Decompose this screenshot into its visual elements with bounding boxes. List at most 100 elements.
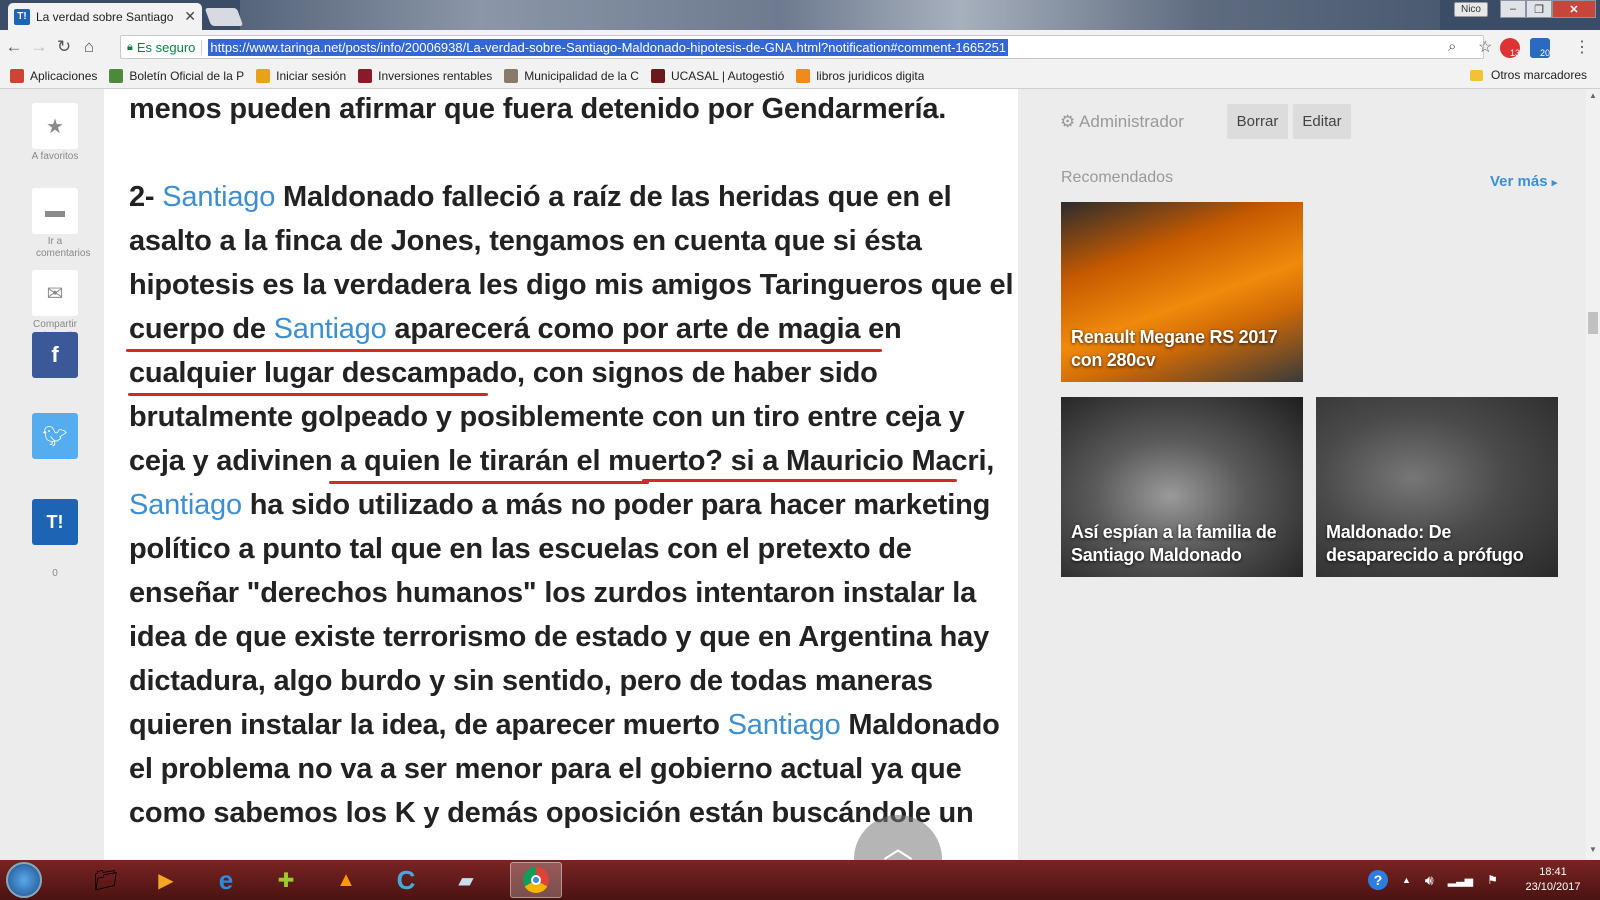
action-center-flag-icon[interactable]: ⚑	[1487, 873, 1498, 887]
internet-explorer-icon[interactable]: e	[200, 862, 252, 898]
chrome-taskbar-icon[interactable]	[510, 862, 562, 898]
edit-button[interactable]: Editar	[1293, 104, 1351, 139]
recommended-card[interactable]: Maldonado: De desaparecido a prófugo	[1316, 397, 1558, 577]
scroll-up-arrow-icon[interactable]: ▲	[1589, 91, 1597, 100]
delete-button[interactable]: Borrar	[1227, 104, 1288, 139]
bookmark-item[interactable]: Aplicaciones	[10, 68, 98, 83]
article-text-span: aparecerá como por arte de magia en	[386, 313, 902, 345]
recommended-card[interactable]: Así espían a la familia de Santiago Mald…	[1061, 397, 1303, 577]
new-tab-button[interactable]	[204, 8, 244, 26]
tray-expand-icon[interactable]: ▲	[1402, 875, 1411, 885]
santiago-tag-link[interactable]: Santiago	[162, 181, 275, 213]
article-line: idea de que existe terrorismo de estado …	[129, 615, 989, 660]
scrollbar-thumb[interactable]	[1588, 312, 1598, 334]
article-text-span: ceja y adivinen a quien le tirarán el mu…	[129, 445, 995, 477]
volume-icon[interactable]: 🔊︎	[1425, 872, 1434, 889]
help-icon[interactable]: ?	[1368, 870, 1388, 890]
window-user-badge[interactable]: Nico	[1454, 2, 1488, 17]
explorer-folder-icon[interactable]: 📁︎	[80, 862, 132, 898]
url-text[interactable]: https://www.taringa.net/posts/info/20006…	[208, 38, 1009, 56]
scroll-down-arrow-icon[interactable]: ▼	[1589, 845, 1597, 854]
extension-adblock-icon[interactable]: 13	[1500, 38, 1520, 58]
article-line: Santiago ha sido utilizado a más no pode…	[129, 483, 990, 528]
window-restore-button[interactable]: ❐	[1526, 0, 1552, 18]
notepad-icon[interactable]: ▰	[440, 862, 492, 898]
tab-close-icon[interactable]: ✕	[184, 8, 196, 25]
santiago-tag-link[interactable]: Santiago	[129, 489, 242, 521]
article-text-span: quieren instalar la idea, de aparecer mu…	[129, 709, 728, 741]
browser-tab[interactable]: T! La verdad sobre Santiago ✕	[8, 3, 202, 30]
media-player-icon[interactable]: ▶	[140, 862, 192, 898]
network-signal-icon[interactable]: ▂▃▅	[1448, 874, 1473, 887]
ccleaner-icon[interactable]: C	[380, 862, 432, 898]
bookmark-item[interactable]: Municipalidad de la C	[504, 68, 639, 83]
bookmark-other[interactable]: Otros marcadores	[1470, 68, 1587, 82]
favorite-star-button[interactable]: ★	[32, 103, 78, 149]
windows-start-button[interactable]	[6, 862, 42, 898]
article-line: menos pueden afirmar que fuera detenido …	[129, 89, 946, 132]
article-line: asalto a la finca de Jones, tengamos en …	[129, 219, 922, 264]
address-bar[interactable]: 🔒︎ Es seguro https://www.taringa.net/pos…	[120, 35, 1484, 59]
article-text-span: Maldonado falleció a raíz de las heridas…	[275, 181, 952, 213]
home-icon[interactable]: ⌂	[78, 36, 100, 58]
comments-button[interactable]: ▬	[32, 188, 78, 234]
article-text-span: menos pueden afirmar que fuera detenido …	[129, 93, 947, 125]
reload-icon[interactable]: ↻	[53, 36, 75, 58]
article-line: cualquier lugar descampado, con signos d…	[129, 351, 878, 396]
windows-taskbar: 📁︎ ▶ e ✚ ▲ C ▰ ? ▲ 🔊︎ ▂▃▅ ⚑ 18:41 23/10/…	[0, 860, 1600, 900]
card-caption: Así espían a la familia de Santiago Mald…	[1071, 522, 1277, 565]
bookmark-label: UCASAL | Autogestió	[670, 68, 785, 83]
bookmark-star-icon[interactable]: ☆	[1478, 37, 1492, 57]
bookmark-label: Aplicaciones	[30, 68, 98, 83]
article-text-span: , con signos de haber sido	[517, 357, 878, 389]
back-arrow-icon[interactable]: ←	[3, 36, 25, 58]
page-scrollbar[interactable]: ▲ ▼	[1586, 89, 1600, 860]
forward-arrow-icon[interactable]: →	[28, 36, 50, 58]
santiago-tag-link[interactable]: Santiago	[274, 313, 387, 345]
bookmark-item[interactable]: Iniciar sesión	[256, 68, 346, 83]
article-text-span: político a punto tal que en las escuelas…	[129, 533, 912, 565]
article-text-span: idea de que existe terrorismo de estado …	[129, 621, 990, 653]
bookmark-label: Boletín Oficial de la P	[129, 68, 245, 83]
avast-icon[interactable]: ▲	[320, 862, 372, 898]
article-text-span: enseñar "derechos humanos" los zurdos in…	[129, 577, 977, 609]
bookmark-item[interactable]: Boletín Oficial de la P	[109, 68, 245, 83]
recommended-card[interactable]: Renault Megane RS 2017 con 280cv	[1061, 202, 1303, 382]
article-text-span: brutalmente golpeado y posiblemente con …	[129, 401, 965, 433]
bookmark-favicon-icon	[256, 68, 271, 83]
comments-label: Ir a comentarios	[36, 236, 91, 259]
folder-icon	[1470, 69, 1483, 81]
article-text-span: hipotesis es la verdadera les digo mis a…	[129, 269, 1014, 301]
system-tray: ? ▲ 🔊︎ ▂▃▅ ⚑	[1368, 864, 1498, 896]
apps-grid-icon	[10, 68, 24, 83]
santiago-tag-link[interactable]: Santiago	[728, 709, 841, 741]
bookmark-item[interactable]: Inversiones rentables	[358, 68, 492, 83]
article-line: dictadura, algo burdo y sin sentido, per…	[129, 659, 933, 704]
share-mail-button[interactable]: ✉	[32, 270, 78, 316]
article-line: hipotesis es la verdadera les digo mis a…	[129, 263, 1014, 308]
bookmark-item[interactable]: libros juridicos digita	[796, 68, 925, 83]
article-text-span: cuerpo de	[129, 313, 274, 345]
article-text-span: dictadura, algo burdo y sin sentido, per…	[129, 665, 933, 697]
taskbar-clock[interactable]: 18:41 23/10/2017	[1518, 865, 1588, 895]
taringa-share-count: 0	[52, 568, 58, 579]
bookmark-favicon-icon	[650, 68, 665, 83]
bookmark-favicon-icon	[358, 68, 373, 83]
gear-icon: ⚙	[1060, 112, 1076, 131]
window-close-button[interactable]: ✕	[1552, 0, 1596, 18]
see-more-link[interactable]: Ver más ▸	[1490, 173, 1557, 190]
bookmark-label: libros juridicos digita	[816, 68, 925, 83]
twitter-share-icon[interactable]: 🐦︎	[32, 413, 78, 459]
lock-icon: 🔒︎	[127, 40, 133, 53]
comment-icon: ▬	[45, 199, 65, 222]
article-body: menos pueden afirmar que fuera detenido …	[104, 89, 1018, 860]
article-line: enseñar "derechos humanos" los zurdos in…	[129, 571, 976, 616]
bookmark-item[interactable]: UCASAL | Autogestió	[650, 68, 785, 83]
facebook-share-icon[interactable]: f	[32, 332, 78, 378]
chrome-menu-icon[interactable]: ⋮	[1574, 37, 1590, 57]
window-minimize-button[interactable]: –	[1500, 0, 1526, 18]
extension-badge-icon[interactable]: 20	[1530, 38, 1550, 58]
taringa-share-icon[interactable]: T!	[32, 499, 78, 545]
plus-app-icon[interactable]: ✚	[260, 862, 312, 898]
zoom-icon[interactable]: ⌕	[1448, 38, 1456, 55]
